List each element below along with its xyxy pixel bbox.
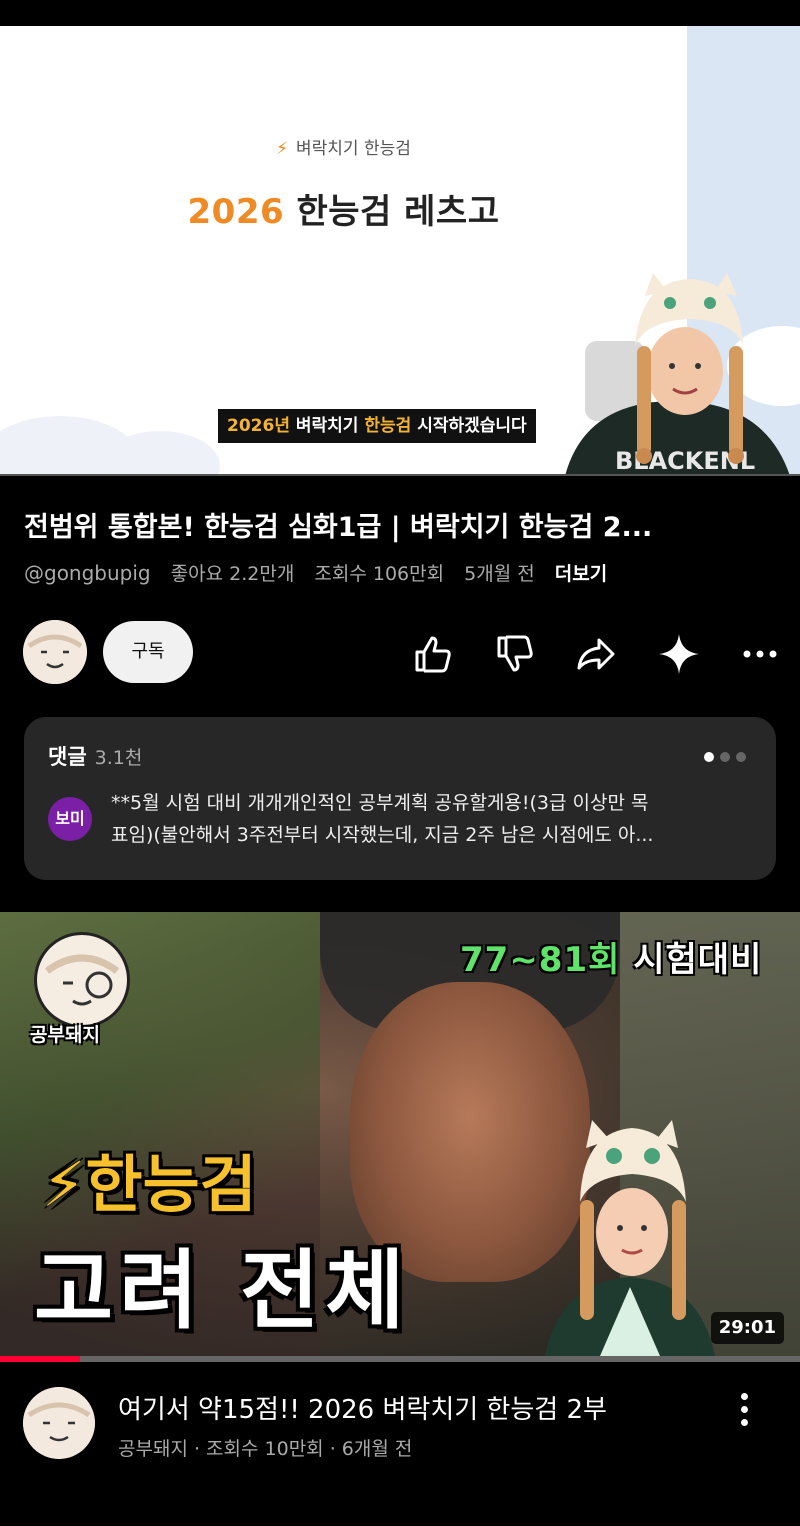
dislike-icon[interactable]: [493, 632, 537, 676]
video-title[interactable]: 전범위 통합본! 한능검 심화1급 | 벼락치기 한능검 2...: [24, 505, 784, 544]
commenter-avatar: 보미: [48, 797, 92, 841]
presenter-webcam: BLACKENL: [545, 251, 800, 476]
brand-name: 공부돼지: [30, 1024, 100, 1046]
next-video-meta: 공부돼지 · 조회수 10만회 · 6개월 전: [118, 1438, 413, 1460]
like-count: 좋아요 2.2만개: [170, 563, 295, 585]
watch-progress-bar: [0, 1356, 800, 1362]
comments-panel[interactable]: 댓글 3.1천 보미 **5월 시험 대비 개개개인적인 공부계획 공유할게용!(…: [24, 717, 776, 880]
comments-header: 댓글 3.1천: [48, 745, 143, 769]
kebab-menu-icon[interactable]: [736, 1393, 752, 1429]
channel-avatar[interactable]: [23, 620, 87, 684]
more-icon[interactable]: [738, 632, 782, 676]
presenter-thumbnail: [545, 1120, 715, 1356]
player-progress-track[interactable]: [0, 474, 800, 476]
comment-text: **5월 시험 대비 개개개인적인 공부계획 공유할게용!(3급 이상만 목 표…: [111, 792, 654, 846]
like-icon[interactable]: [411, 632, 455, 676]
video-duration: 29:01: [710, 1312, 784, 1344]
video-caption: 2026년 벼락치기 한능검 시작하겠습니다: [218, 409, 536, 443]
next-video-title[interactable]: 여기서 약15점!! 2026 벼락치기 한능검 2부: [118, 1389, 607, 1426]
subscribe-button[interactable]: 구독: [103, 621, 193, 683]
channel-handle[interactable]: @gongbupig: [24, 561, 151, 585]
more-button[interactable]: 더보기: [555, 563, 607, 585]
action-row: 구독: [0, 620, 800, 686]
upload-age: 5개월 전: [464, 563, 535, 585]
headline-line-1: ⚡한능검: [42, 1148, 257, 1221]
exam-label: 77~81회 시험대비: [460, 940, 763, 980]
pager-dots: [698, 747, 746, 766]
sparkle-icon[interactable]: [657, 632, 701, 676]
brand-logo: [34, 932, 130, 1028]
next-video-thumbnail[interactable]: 공부돼지 77~81회 시험대비 ⚡한능검 고려 전체 29:01: [0, 912, 800, 1356]
video-meta: @gongbupig 좋아요 2.2만개 조회수 106만회 5개월 전 더보기: [24, 559, 607, 586]
next-video-channel-avatar[interactable]: [23, 1387, 95, 1459]
slide-kicker: ⚡ 벼락치기 한능검: [276, 139, 411, 159]
headline-line-2: 고려 전체: [34, 1241, 411, 1341]
view-count: 조회수 106만회: [314, 563, 445, 585]
slide-title: 2026 한능검 레츠고: [187, 192, 500, 232]
status-bar: [0, 0, 800, 26]
bolt-icon: ⚡: [276, 139, 289, 159]
share-icon[interactable]: [575, 632, 619, 676]
video-player[interactable]: ⚡ 벼락치기 한능검 2026 한능검 레츠고 BLACKENL 2026년 벼…: [0, 26, 800, 476]
